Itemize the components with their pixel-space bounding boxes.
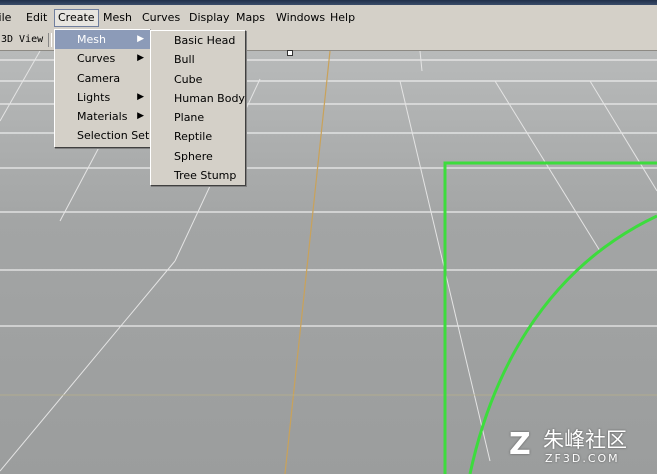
mesh-item-tree-stump[interactable]: Tree Stump [151,166,245,185]
view-label[interactable]: 3D View [0,33,43,47]
mesh-item-cube[interactable]: Cube [151,70,245,89]
create-menu-item-selection-set[interactable]: Selection Set [55,126,150,145]
menu-windows[interactable]: Windows [276,10,325,26]
mesh-item-human-body[interactable]: Human Body [151,89,245,108]
menu-display[interactable]: Display [189,10,230,26]
create-menu-item-mesh[interactable]: Mesh ▶ [55,30,150,50]
menu-maps[interactable]: Maps [236,10,265,26]
grid-line [0,51,41,122]
z-axis-line [284,51,331,474]
grid-line [0,260,176,472]
menu-bar: File Edit Create Mesh Curves Display Map… [0,5,657,32]
watermark-domain-text: ZF3D.COM [545,452,620,465]
menu-create[interactable]: Create [54,9,99,27]
menu-curves[interactable]: Curves [142,10,180,26]
mesh-item-plane[interactable]: Plane [151,108,245,127]
mesh-item-bull[interactable]: Bull [151,50,245,69]
mesh-item-reptile[interactable]: Reptile [151,127,245,146]
menu-mesh[interactable]: Mesh [103,10,132,26]
submenu-arrow-icon: ▶ [137,34,144,44]
create-menu-item-camera[interactable]: Camera [55,69,150,88]
menu-item-label: Lights [77,90,111,104]
menu-item-label: Selection Set [77,129,150,143]
submenu-arrow-icon: ▶ [137,53,144,64]
menu-item-label: Curves [77,52,116,66]
submenu-arrow-icon: ▶ [137,111,144,122]
create-menu-item-lights[interactable]: Lights ▶ [55,88,150,107]
menu-help[interactable]: Help [330,10,355,26]
menu-edit[interactable]: Edit [26,10,47,26]
toolbar-separator [48,33,52,47]
menu-item-label: Mesh [77,33,106,46]
create-menu-item-curves[interactable]: Curves ▶ [55,49,150,68]
menu-item-label: Camera [77,71,121,85]
menu-file[interactable]: File [0,10,11,26]
grid-line [589,80,657,192]
submenu-arrow-icon: ▶ [137,91,144,102]
watermark-chinese-text: 朱峰社区 [543,428,627,452]
grid-line [419,51,423,72]
menu-item-label: Materials [77,110,128,124]
window-resize-handle[interactable] [287,50,293,56]
mesh-item-basic-head[interactable]: Basic Head [151,31,245,50]
create-menu-item-materials[interactable]: Materials ▶ [55,107,150,126]
watermark-logo-icon: Z [509,427,531,462]
watermark: Z 朱峰社区 ZF3D.COM [509,428,649,468]
create-menu-dropdown: Mesh ▶ Curves ▶ Camera Lights ▶ Material… [54,29,151,148]
grid-line [494,80,601,252]
mesh-submenu-dropdown: Basic Head Bull Cube Human Body Plane Re… [150,30,246,186]
mesh-item-sphere[interactable]: Sphere [151,147,245,166]
